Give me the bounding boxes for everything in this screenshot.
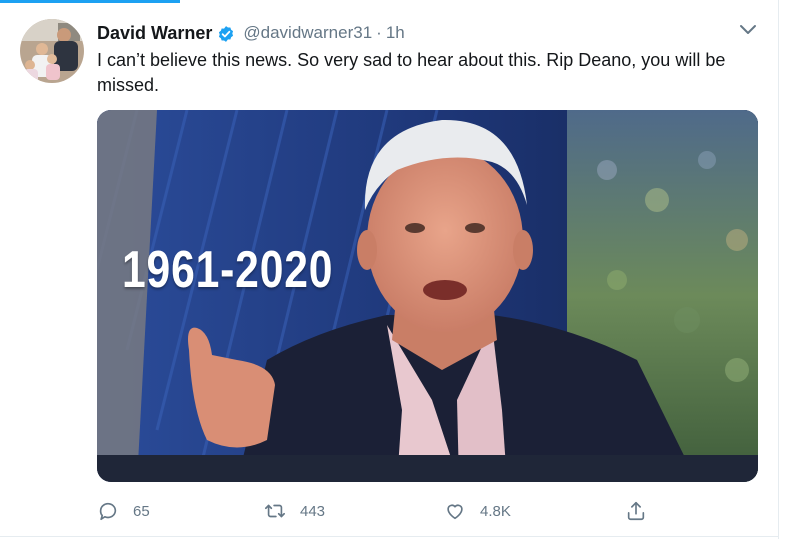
reply-button[interactable]: 65 bbox=[97, 497, 150, 525]
top-accent-bar bbox=[0, 0, 180, 3]
tweet-media-image[interactable]: 1961-2020 bbox=[97, 110, 758, 482]
avatar[interactable] bbox=[20, 19, 84, 83]
reply-count: 65 bbox=[133, 502, 150, 520]
media-caption: 1961-2020 bbox=[122, 241, 334, 299]
share-icon bbox=[627, 501, 645, 521]
like-count: 4.8K bbox=[480, 502, 511, 520]
heart-icon bbox=[447, 504, 463, 520]
tweet-header: David Warner @davidwarner31 · 1h bbox=[97, 20, 770, 46]
timeline-border bbox=[778, 0, 779, 539]
user-handle[interactable]: @davidwarner31 bbox=[243, 23, 372, 43]
separator-dot: · bbox=[376, 23, 382, 42]
tweet-actions: 65 443 4.8K bbox=[97, 497, 757, 525]
retweet-icon bbox=[265, 504, 285, 518]
display-name[interactable]: David Warner bbox=[97, 23, 212, 44]
retweet-button[interactable]: 443 bbox=[264, 497, 325, 525]
chevron-down-icon[interactable] bbox=[738, 22, 758, 38]
tweet-divider bbox=[0, 536, 779, 537]
verified-badge-icon bbox=[219, 25, 234, 42]
retweet-count: 443 bbox=[300, 502, 326, 520]
share-button[interactable] bbox=[625, 497, 647, 525]
reply-icon bbox=[99, 502, 117, 521]
timestamp[interactable]: 1h bbox=[386, 23, 405, 43]
tweet-text: I can’t believe this news. So very sad t… bbox=[97, 50, 726, 95]
like-button[interactable]: 4.8K bbox=[444, 497, 511, 525]
